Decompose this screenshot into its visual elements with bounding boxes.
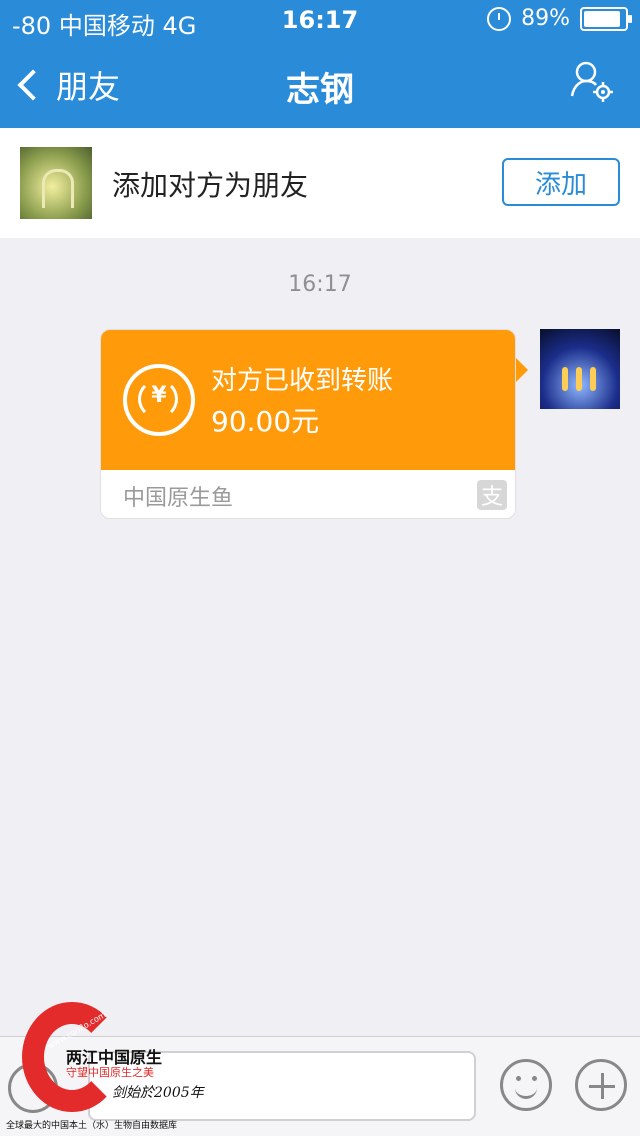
my-avatar[interactable] (540, 329, 620, 409)
transfer-source: 中国原生鱼 (123, 486, 234, 511)
battery-icon (580, 6, 632, 31)
watermark-signature: 剑始於2005年 (112, 1085, 204, 1101)
plus-icon[interactable] (575, 1059, 627, 1111)
watermark-slogan: 守望中国原生之美 (66, 1066, 154, 1079)
guitar-icon (590, 367, 596, 391)
transfer-message-bubble[interactable]: ¥ 对方已收到转账 90.00元 中国原生鱼 支 (100, 329, 516, 519)
watermark-logo: www.cqn2o.com 两江中国原生 守望中国原生之美 剑始於2005年 全… (0, 996, 210, 1136)
transfer-card-footer: 中国原生鱼 支 (101, 470, 515, 518)
alipay-icon: 支 (477, 480, 507, 510)
emoji-icon[interactable] (500, 1059, 552, 1111)
battery-fill (584, 10, 620, 27)
add-friend-button[interactable]: 添加 (502, 158, 620, 206)
status-right: 89% (487, 6, 632, 31)
add-friend-bar: 添加对方为朋友 添加 (0, 128, 640, 238)
currency-symbol: ¥ (151, 383, 167, 408)
page-title: 志钢 (286, 70, 354, 110)
transfer-amount: 90.00元 (211, 405, 320, 438)
navigation-bar: 朋友 志钢 (0, 40, 640, 128)
transfer-status: 对方已收到转账 (211, 366, 394, 396)
watermark-footer: 全球最大的中国本土（水）生物自由数据库 (6, 1121, 178, 1131)
guitar-icon (576, 367, 582, 391)
alarm-icon (487, 6, 512, 31)
message-timestamp: 16:17 (288, 272, 352, 297)
bubble-tail (516, 358, 528, 382)
status-bar: -80 中国移动 4G 16:17 89% (0, 0, 640, 40)
contact-avatar[interactable] (20, 147, 92, 219)
yuan-transfer-icon: ¥ (123, 364, 195, 436)
transfer-card-header: ¥ 对方已收到转账 90.00元 (101, 330, 515, 470)
guitar-icon (562, 367, 568, 391)
battery-percent: 89% (521, 6, 570, 31)
profile-settings-icon[interactable] (568, 58, 614, 104)
top-bar: -80 中国移动 4G 16:17 89% 朋友 志钢 (0, 0, 640, 128)
add-friend-prompt: 添加对方为朋友 (112, 169, 309, 202)
